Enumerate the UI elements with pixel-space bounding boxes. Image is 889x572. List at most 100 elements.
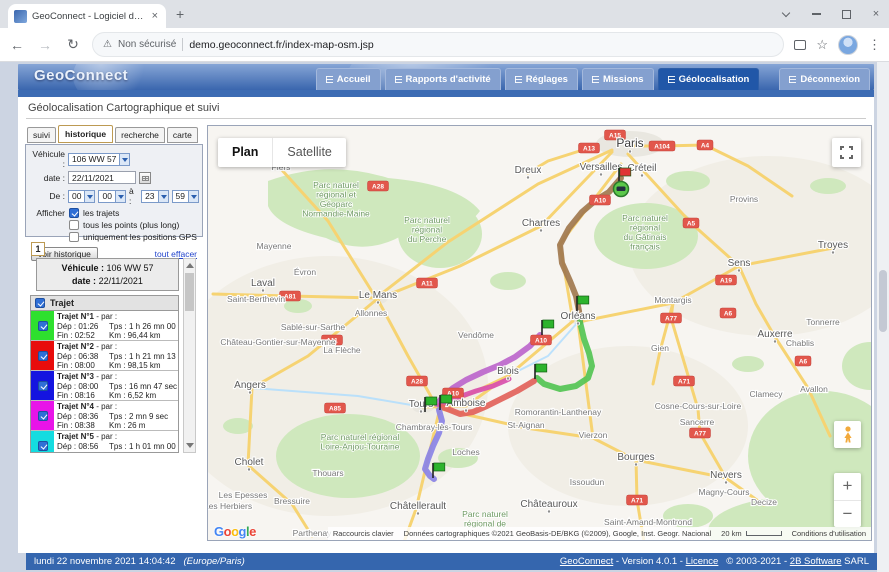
nav-rapports-d-activite[interactable]: Rapports d'activité — [385, 68, 501, 90]
display-label: Afficher — [29, 208, 65, 244]
hour-from-select[interactable]: 00 — [68, 190, 95, 203]
chevron-down-icon — [158, 191, 168, 202]
footer-datetime: lundi 22 novembre 2021 14:04:42 (Europe/… — [34, 556, 245, 567]
road-badge-a19: A19 — [716, 275, 737, 285]
hour-to-select[interactable]: 23 — [141, 190, 168, 203]
content-area: Géolocalisation Cartographique et suivi … — [18, 97, 874, 553]
scroll-down-icon[interactable] — [186, 443, 194, 448]
city-dot — [419, 410, 422, 413]
nav-geolocalisation[interactable]: Géolocalisation — [658, 68, 760, 90]
road-badge-a13: A13 — [579, 143, 600, 153]
trip-checkbox[interactable] — [38, 321, 48, 331]
sidebar-scrollbar[interactable] — [183, 258, 196, 453]
minute-to-select[interactable]: 59 — [172, 190, 199, 203]
footer-company-link[interactable]: 2B Software — [790, 556, 842, 567]
trip-checkbox[interactable] — [38, 351, 48, 361]
reload-button[interactable]: ↻ — [64, 36, 82, 53]
scroll-up-icon[interactable] — [186, 263, 194, 268]
city-dot — [247, 468, 250, 471]
nav-deconnexion[interactable]: Déconnexion — [779, 68, 870, 90]
result-page-tab[interactable]: 1 — [31, 242, 45, 256]
browser-window: GeoConnect - Logiciel de Gestio × + × ← … — [0, 0, 889, 572]
city-dot — [376, 301, 379, 304]
page-scrollbar-thumb[interactable] — [879, 270, 887, 332]
browser-menu-icon[interactable]: ⋮ — [868, 37, 881, 53]
page-scrollbar[interactable] — [877, 62, 889, 572]
trips-select-all-checkbox[interactable] — [35, 298, 45, 308]
city-dot — [737, 269, 740, 272]
footer-app-link[interactable]: GeoConnect — [560, 556, 613, 567]
fullscreen-button[interactable] — [832, 138, 861, 167]
road-badge-a11: A11 — [417, 278, 438, 288]
sidebar-tab-historique[interactable]: historique — [58, 125, 113, 143]
vehicle-select[interactable]: 106 WW 57 — [68, 153, 130, 166]
road-badge-a28: A28 — [407, 376, 428, 386]
nav-accueil[interactable]: Accueil — [316, 68, 381, 90]
sidebar-tab-carte[interactable]: carte — [167, 127, 198, 143]
option-checkbox-tous-les-points-plus-long[interactable] — [69, 220, 79, 230]
nav-label: Missions — [603, 74, 644, 85]
zoom-out-button[interactable]: − — [834, 500, 861, 527]
date-input[interactable]: 22/11/2021 — [68, 171, 136, 184]
close-button[interactable]: × — [869, 7, 883, 21]
date-summary-value: 22/11/2021 — [99, 276, 143, 286]
nav-label: Géolocalisation — [679, 74, 750, 85]
footer-licence-link[interactable]: Licence — [686, 556, 719, 567]
nav-label: Réglages — [526, 74, 568, 85]
keyboard-shortcuts-link[interactable]: Raccourcis clavier — [333, 529, 394, 538]
svg-text:A11: A11 — [421, 281, 433, 288]
trip-checkbox[interactable] — [38, 441, 48, 451]
bookmark-star-icon[interactable]: ☆ — [816, 37, 828, 53]
forward-button[interactable]: → — [36, 37, 54, 53]
trip-checkbox[interactable] — [38, 381, 48, 391]
new-tab-button[interactable]: + — [176, 6, 184, 22]
city-label-gien: Gien — [651, 343, 669, 353]
option-checkbox-les-trajets[interactable] — [69, 208, 79, 218]
tab-close-icon[interactable]: × — [150, 10, 160, 22]
map-canvas[interactable]: A15A13A104A4A10A5A28A81A11A11A19A6A6A77A… — [207, 125, 872, 541]
svg-text:A104: A104 — [654, 144, 670, 151]
map-type-satellite[interactable]: Satellite — [272, 138, 345, 167]
maximize-button[interactable] — [839, 7, 853, 21]
not-secure-icon[interactable]: ⚠ — [103, 39, 112, 50]
page-viewport: GeoConnect AccueilRapports d'activité Rég… — [0, 62, 889, 572]
city-label-st-aignan: St-Aignan — [507, 420, 545, 430]
not-secure-label: Non sécurisé — [118, 39, 176, 50]
terms-link[interactable]: Conditions d'utilisation — [792, 529, 866, 538]
city-label-loches: Loches — [452, 447, 479, 457]
svg-text:A6: A6 — [799, 359, 808, 366]
zoom-in-button[interactable]: + — [834, 473, 861, 500]
map-type-plan[interactable]: Plan — [218, 138, 272, 167]
nav-grid-icon — [592, 76, 599, 83]
window-controls: × — [779, 0, 883, 28]
filter-panel: Véhicule : 106 WW 57 date : 22/11/2021 D… — [25, 144, 203, 237]
trip-checkbox[interactable] — [38, 411, 48, 421]
back-button[interactable]: ← — [8, 37, 26, 53]
pegman-control[interactable] — [834, 421, 861, 448]
sidebar-tab-recherche[interactable]: recherche — [115, 127, 165, 143]
minute-from-select[interactable]: 00 — [98, 190, 125, 203]
profile-avatar[interactable] — [838, 35, 858, 55]
nav-missions[interactable]: Missions — [582, 68, 654, 90]
road-badge-a10: A10 — [590, 195, 611, 205]
install-app-icon[interactable] — [794, 40, 806, 50]
city-dot — [416, 512, 419, 515]
city-label-thouars: Thouars — [312, 468, 343, 478]
nav-label: Déconnexion — [800, 74, 860, 85]
svg-text:A77: A77 — [694, 431, 706, 438]
city-label-cholet: Cholet — [235, 457, 264, 468]
option-checkbox-uniquement-les-positions-gps[interactable] — [69, 232, 79, 242]
vehicle-marker[interactable] — [614, 182, 629, 197]
tab-search-icon[interactable] — [779, 7, 793, 21]
road-badge-a85: A85 — [325, 403, 346, 413]
minimize-button[interactable] — [809, 7, 823, 21]
nav-reglages[interactable]: Réglages — [505, 68, 578, 90]
address-bar[interactable]: ⚠ Non sécurisé demo.geoconnect.fr/index-… — [92, 32, 784, 57]
browser-tab[interactable]: GeoConnect - Logiciel de Gestio × — [8, 4, 166, 28]
calendar-button[interactable] — [139, 172, 151, 184]
to-label: à : — [129, 186, 138, 206]
scrollbar-thumb[interactable] — [185, 273, 194, 311]
trip-row-5: Trajet N°5 - par :Dép : 08:56Tps : 1 h 0… — [31, 431, 178, 453]
footer-credits: GeoConnect - Version 4.0.1 - Licence © 2… — [560, 556, 869, 567]
sidebar-tab-suivi[interactable]: suivi — [27, 127, 56, 143]
